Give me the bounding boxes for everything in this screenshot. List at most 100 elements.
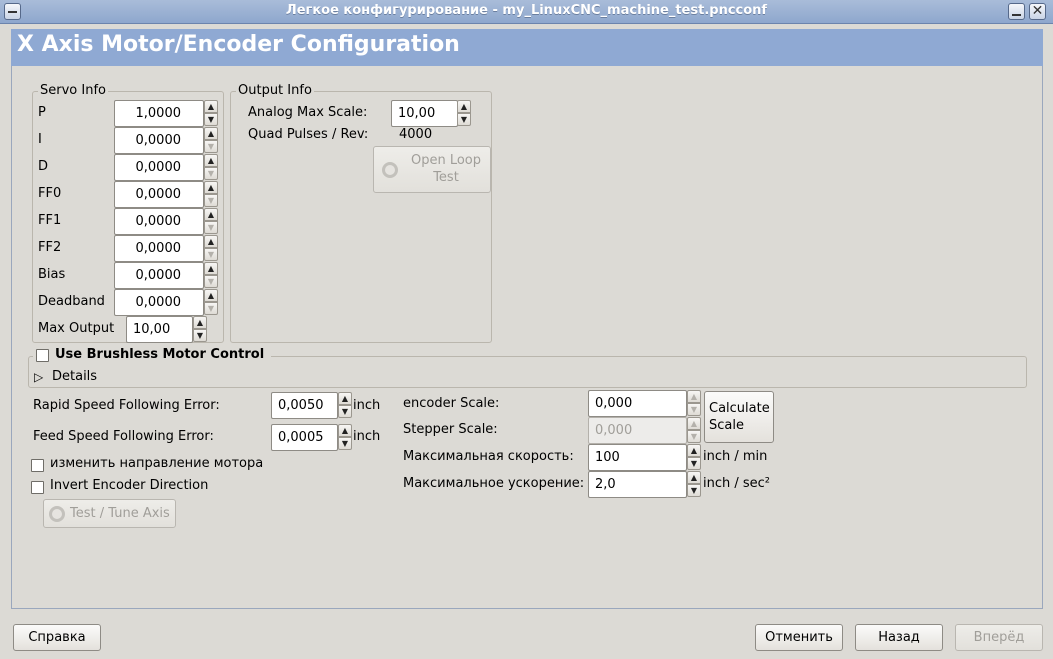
servo-d-input[interactable]: 0,0000 (114, 154, 204, 181)
max-accel-input[interactable]: 2,0 (588, 471, 687, 498)
spin-down-icon[interactable]: ▼ (204, 113, 218, 126)
spin-down-icon[interactable]: ▼ (687, 484, 701, 497)
spin-down-icon[interactable]: ▼ (338, 437, 352, 450)
spin-up-icon[interactable]: ▲ (687, 390, 701, 403)
spin-down-icon[interactable]: ▼ (204, 302, 218, 315)
spin-down-icon[interactable]: ▼ (687, 403, 701, 416)
servo-ff1-label: FF1 (38, 213, 62, 228)
brushless-checkbox[interactable] (36, 349, 49, 362)
servo-ff0-label: FF0 (38, 186, 62, 201)
rapid-following-error-unit: inch (353, 398, 381, 413)
servo-info-label: Servo Info (38, 83, 108, 99)
spin-down-icon[interactable]: ▼ (204, 194, 218, 207)
servo-ff0-input[interactable]: 0,0000 (114, 181, 204, 208)
forward-button[interactable]: Вперёд (955, 624, 1043, 651)
calculate-scale-label-2: Scale (709, 418, 744, 433)
servo-deadband-input[interactable]: 0,0000 (114, 289, 204, 316)
rapid-following-error-label: Rapid Speed Following Error: (33, 398, 220, 413)
spin-up-icon[interactable]: ▲ (204, 208, 218, 221)
quad-pulses-value: 4000 (399, 127, 433, 142)
servo-ff2-input[interactable]: 0,0000 (114, 235, 204, 262)
spin-down-icon[interactable]: ▼ (204, 140, 218, 153)
open-loop-test-label-1: Open Loop (410, 153, 482, 168)
spin-down-icon[interactable]: ▼ (457, 113, 471, 126)
open-loop-test-label-2: Test (433, 170, 459, 185)
invert-encoder-checkbox[interactable] (31, 481, 44, 494)
max-output-input[interactable]: 10,00 (126, 316, 193, 343)
reverse-motor-label[interactable]: изменить направление мотора (50, 455, 263, 473)
page-header: X Axis Motor/Encoder Configuration (11, 29, 1043, 66)
spin-up-icon[interactable]: ▲ (687, 417, 701, 430)
spin-down-icon[interactable]: ▼ (204, 275, 218, 288)
max-accel-label: Максимальное ускорение: (403, 476, 585, 491)
spin-up-icon[interactable]: ▲ (204, 127, 218, 140)
spin-up-icon[interactable]: ▲ (204, 262, 218, 275)
servo-i-label: I (38, 132, 42, 147)
reverse-motor-checkbox[interactable] (31, 459, 44, 472)
minimize-button[interactable] (1008, 3, 1025, 20)
help-button[interactable]: Справка (13, 624, 101, 651)
open-loop-test-button[interactable]: Open Loop Test (373, 146, 491, 193)
window-titlebar: Легкое конфигурирование - my_LinuxCNC_ma… (0, 0, 1053, 24)
servo-deadband-label: Deadband (38, 294, 105, 309)
max-velocity-label: Максимальная скорость: (403, 449, 574, 464)
spin-up-icon[interactable]: ▲ (204, 289, 218, 302)
test-tune-axis-label: Test / Tune Axis (70, 506, 170, 521)
servo-p-input[interactable]: 1,0000 (114, 100, 204, 127)
calculate-scale-button[interactable]: Calculate Scale (704, 391, 774, 443)
max-velocity-unit: inch / min (703, 449, 768, 464)
test-tune-axis-button[interactable]: Test / Tune Axis (43, 499, 176, 528)
window-title: Легкое конфигурирование - my_LinuxCNC_ma… (285, 3, 768, 18)
calculate-scale-label-1: Calculate (709, 401, 770, 416)
spin-up-icon[interactable]: ▲ (204, 154, 218, 167)
gear-icon (382, 162, 398, 178)
analog-max-scale-input[interactable]: 10,00 (391, 100, 458, 127)
servo-ff1-input[interactable]: 0,0000 (114, 208, 204, 235)
stepper-scale-label: Stepper Scale: (403, 422, 498, 437)
page-title: X Axis Motor/Encoder Configuration (17, 32, 460, 57)
max-velocity-input[interactable]: 100 (588, 444, 687, 471)
details-expander-icon[interactable]: ▷ (34, 368, 43, 386)
spin-up-icon[interactable]: ▲ (338, 392, 352, 405)
close-button[interactable]: ✕ (1029, 3, 1046, 20)
cancel-button[interactable]: Отменить (755, 624, 843, 651)
spin-up-icon[interactable]: ▲ (204, 181, 218, 194)
rapid-following-error-input[interactable]: 0,0050 (271, 392, 338, 419)
max-output-label: Max Output (38, 321, 115, 336)
spin-down-icon[interactable]: ▼ (204, 167, 218, 180)
brushless-label: Use Brushless Motor Control (55, 347, 265, 362)
spin-down-icon[interactable]: ▼ (338, 405, 352, 418)
spin-down-icon[interactable]: ▼ (193, 329, 207, 342)
servo-bias-input[interactable]: 0,0000 (114, 262, 204, 289)
spin-up-icon[interactable]: ▲ (687, 471, 701, 484)
spin-down-icon[interactable]: ▼ (687, 430, 701, 443)
servo-d-label: D (38, 159, 49, 174)
invert-encoder-label[interactable]: Invert Encoder Direction (50, 477, 208, 495)
stepper-scale-input[interactable]: 0,000 (588, 417, 687, 444)
feed-following-error-label: Feed Speed Following Error: (33, 429, 214, 444)
details-expander-label[interactable]: Details (52, 368, 97, 386)
spin-up-icon[interactable]: ▲ (204, 235, 218, 248)
analog-max-scale-label: Analog Max Scale: (248, 105, 368, 120)
spin-up-icon[interactable]: ▲ (457, 100, 471, 113)
encoder-scale-input[interactable]: 0,000 (588, 390, 687, 417)
gear-icon (49, 506, 65, 522)
servo-ff2-label: FF2 (38, 240, 62, 255)
spin-up-icon[interactable]: ▲ (687, 444, 701, 457)
quad-pulses-label: Quad Pulses / Rev: (248, 127, 369, 142)
spin-down-icon[interactable]: ▼ (204, 248, 218, 261)
servo-i-input[interactable]: 0,0000 (114, 127, 204, 154)
spin-down-icon[interactable]: ▼ (687, 457, 701, 470)
spin-down-icon[interactable]: ▼ (204, 221, 218, 234)
output-info-label: Output Info (236, 83, 314, 99)
spin-up-icon[interactable]: ▲ (204, 100, 218, 113)
servo-bias-label: Bias (38, 267, 66, 282)
back-button[interactable]: Назад (855, 624, 943, 651)
servo-p-label: P (38, 105, 46, 120)
max-accel-unit: inch / sec² (703, 476, 771, 491)
feed-following-error-input[interactable]: 0,0005 (271, 424, 338, 451)
spin-up-icon[interactable]: ▲ (338, 424, 352, 437)
spin-up-icon[interactable]: ▲ (193, 316, 207, 329)
close-icon: ✕ (1031, 3, 1044, 19)
feed-following-error-unit: inch (353, 429, 381, 444)
